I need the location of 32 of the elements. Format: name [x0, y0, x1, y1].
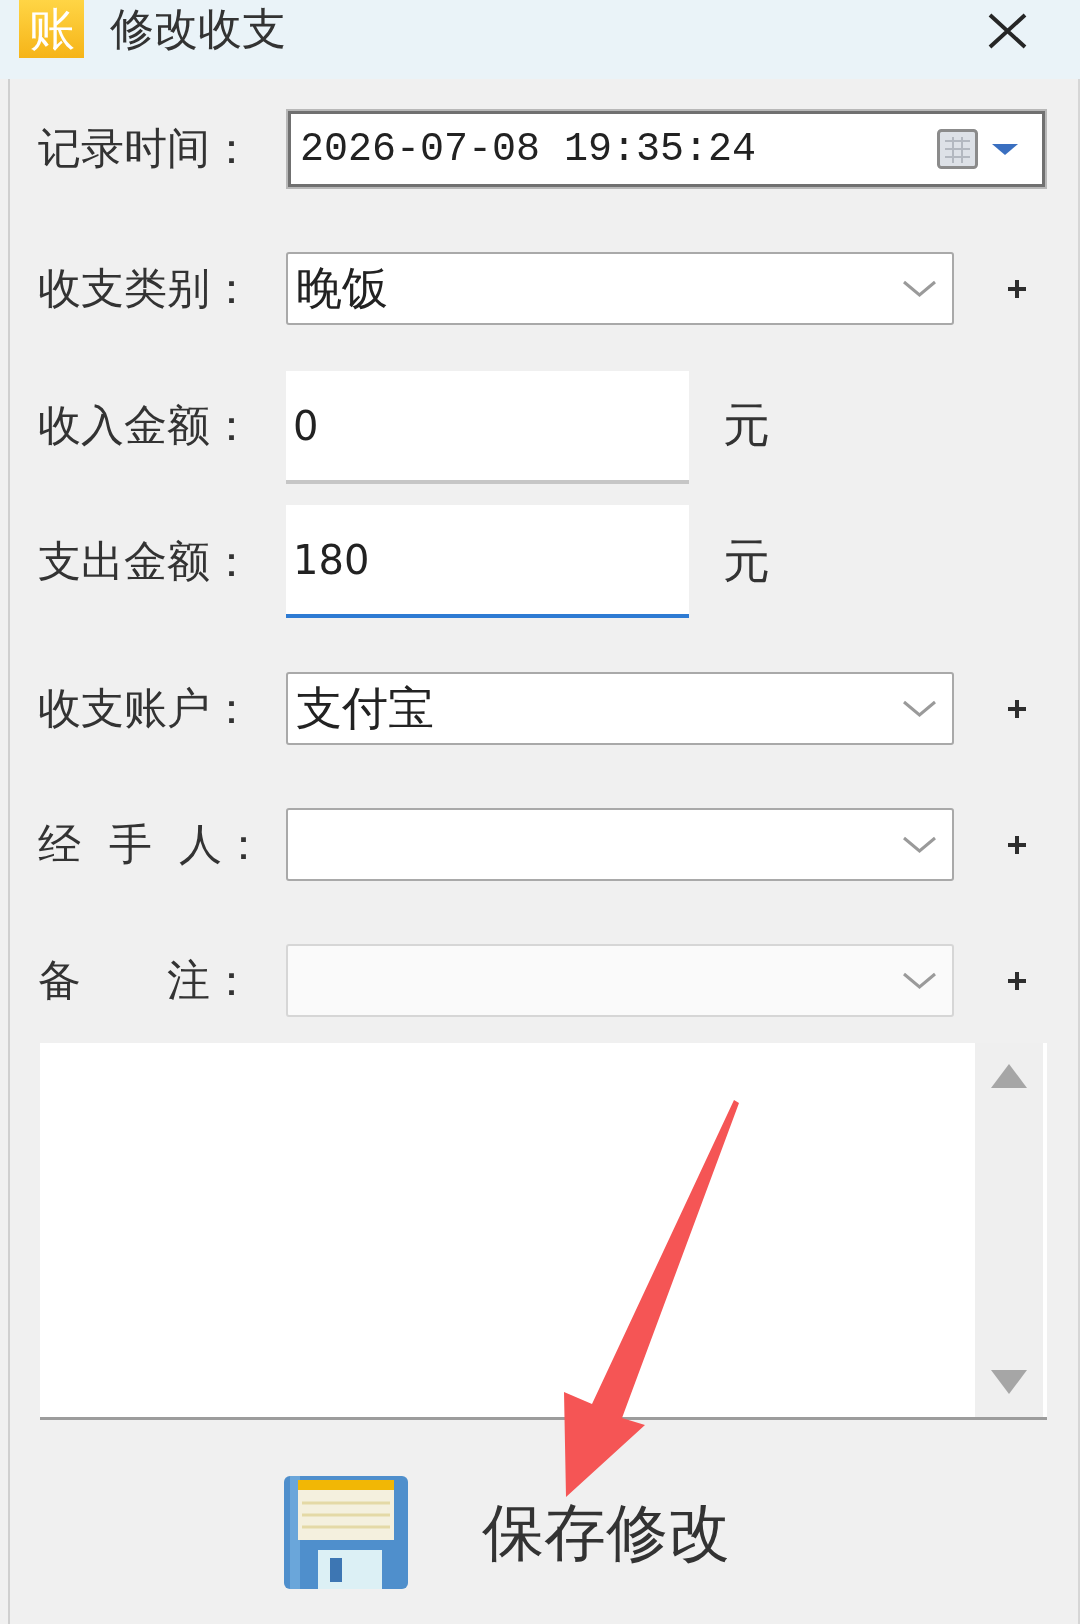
field-label: 收入金额： — [38, 398, 254, 452]
calendar-icon[interactable] — [937, 129, 978, 169]
plus-icon[interactable] — [1007, 970, 1027, 991]
dropdown-field[interactable] — [286, 944, 954, 1017]
plus-icon[interactable] — [1007, 698, 1027, 719]
field-label: 收支类别： — [38, 261, 254, 315]
chevron-down-icon[interactable] — [902, 836, 937, 853]
unit-label: 元 — [723, 532, 770, 590]
field-label: 经 手 人： — [38, 817, 267, 871]
field-label: 记录时间： — [38, 122, 254, 175]
dropdown-field[interactable]: 晚饭 — [286, 252, 954, 325]
plus-icon[interactable] — [1007, 834, 1027, 855]
close-icon[interactable] — [988, 13, 1027, 49]
dropdown-field[interactable]: 支付宝 — [286, 672, 954, 745]
field-label: 收支账户： — [38, 681, 254, 735]
save-button[interactable]: 保存修改 — [284, 1476, 730, 1589]
caret-icon[interactable] — [992, 143, 1018, 155]
unit-label: 元 — [723, 396, 770, 454]
window-title: 修改收支 — [110, 2, 286, 56]
notes-textarea[interactable] — [40, 1043, 1047, 1420]
field-label: 支出金额： — [38, 534, 254, 588]
dropdown-field[interactable] — [286, 808, 954, 881]
field-label: 备 注： — [38, 953, 254, 1007]
chevron-down-icon[interactable] — [902, 280, 937, 297]
amount-input[interactable]: 180 — [286, 505, 689, 618]
datetime-picker[interactable]: 2026-07-08 19:35:24 — [286, 109, 1047, 189]
scroll-up-icon[interactable] — [991, 1064, 1027, 1088]
chevron-down-icon[interactable] — [902, 700, 937, 717]
app-logo: 账 — [19, 0, 84, 58]
chevron-down-icon[interactable] — [902, 972, 937, 989]
scroll-down-icon[interactable] — [991, 1370, 1027, 1394]
plus-icon[interactable] — [1007, 278, 1027, 299]
